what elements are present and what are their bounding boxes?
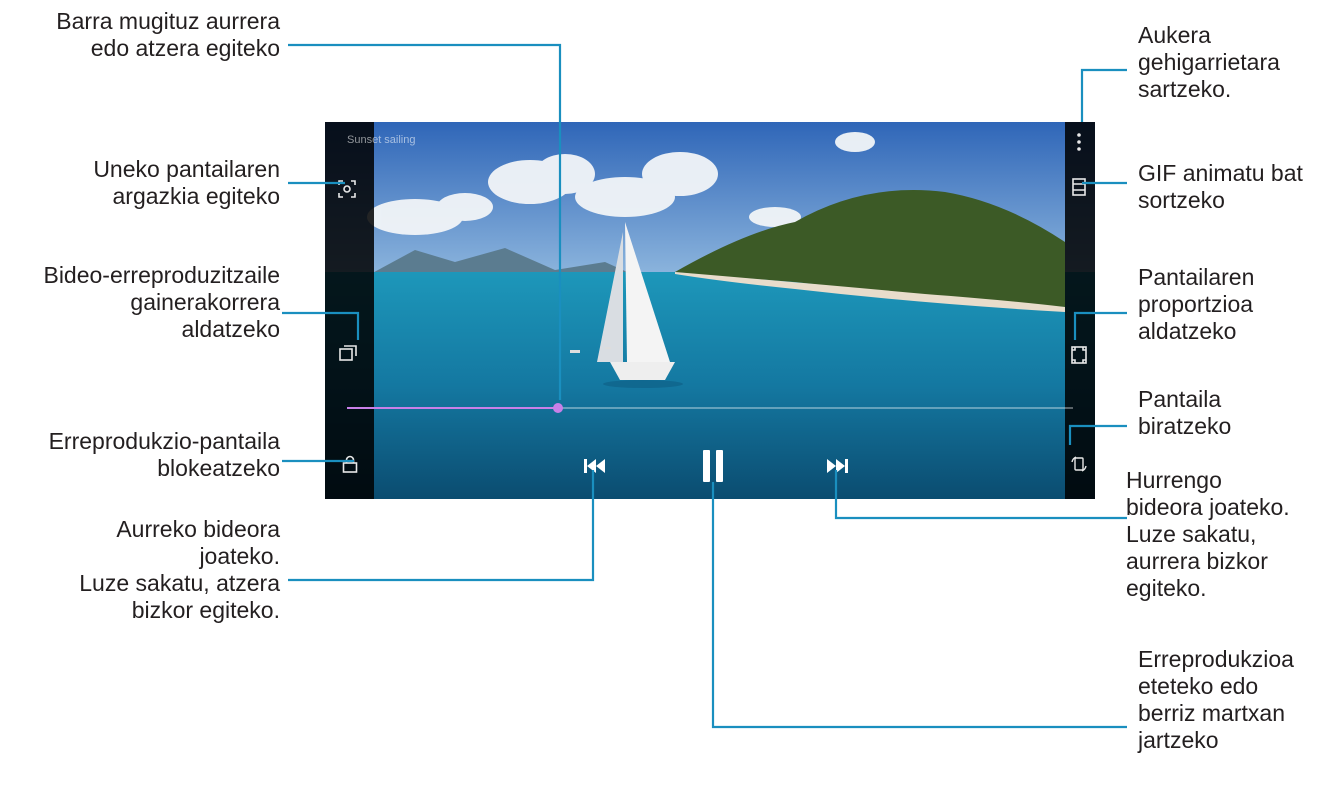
- more-options-icon[interactable]: [1069, 130, 1089, 154]
- screen-ratio-icon[interactable]: [1068, 343, 1090, 367]
- rotate-screen-icon[interactable]: [1068, 452, 1090, 476]
- lock-icon[interactable]: [338, 452, 362, 476]
- popup-player-icon[interactable]: [336, 341, 360, 365]
- callout-capture: Uneko pantailaren argazkia egiteko: [93, 156, 280, 209]
- callout-next: Hurrengo bideora joateko. Luze sakatu, a…: [1126, 467, 1290, 601]
- skip-previous-icon[interactable]: [580, 453, 610, 479]
- seek-bar-thumb[interactable]: [552, 403, 563, 413]
- pause-icon[interactable]: [695, 446, 731, 486]
- callout-rotate: Pantaila biratzeko: [1138, 386, 1232, 439]
- callout-previous: Aurreko bideora joateko. Luze sakatu, at…: [79, 516, 280, 623]
- callout-popup-player: Bideo-erreproduzitzaile gainerakorrera a…: [43, 262, 280, 342]
- callout-more-options: Aukera gehigarrietara sartzeko.: [1138, 22, 1280, 102]
- callout-lock: Erreprodukzio-pantaila blokeatzeko: [48, 428, 280, 481]
- capture-icon[interactable]: [335, 177, 359, 201]
- video-player[interactable]: Sunset sailing: [325, 122, 1095, 499]
- video-title: Sunset sailing: [347, 134, 416, 146]
- callout-gif: GIF animatu bat sortzeko: [1138, 160, 1303, 213]
- callout-play-pause: Erreprodukzioa eteteko edo berriz martxa…: [1138, 646, 1294, 753]
- seek-bar-fill: [347, 407, 558, 409]
- callout-ratio: Pantailaren proportzioa aldatzeko: [1138, 264, 1255, 344]
- video-frame-image: [325, 122, 1095, 499]
- skip-next-icon[interactable]: [822, 453, 852, 479]
- callout-seek-bar: Barra mugituz aurrera edo atzera egiteko: [56, 8, 280, 61]
- seek-bar[interactable]: [347, 403, 1073, 413]
- gif-icon[interactable]: [1069, 175, 1089, 199]
